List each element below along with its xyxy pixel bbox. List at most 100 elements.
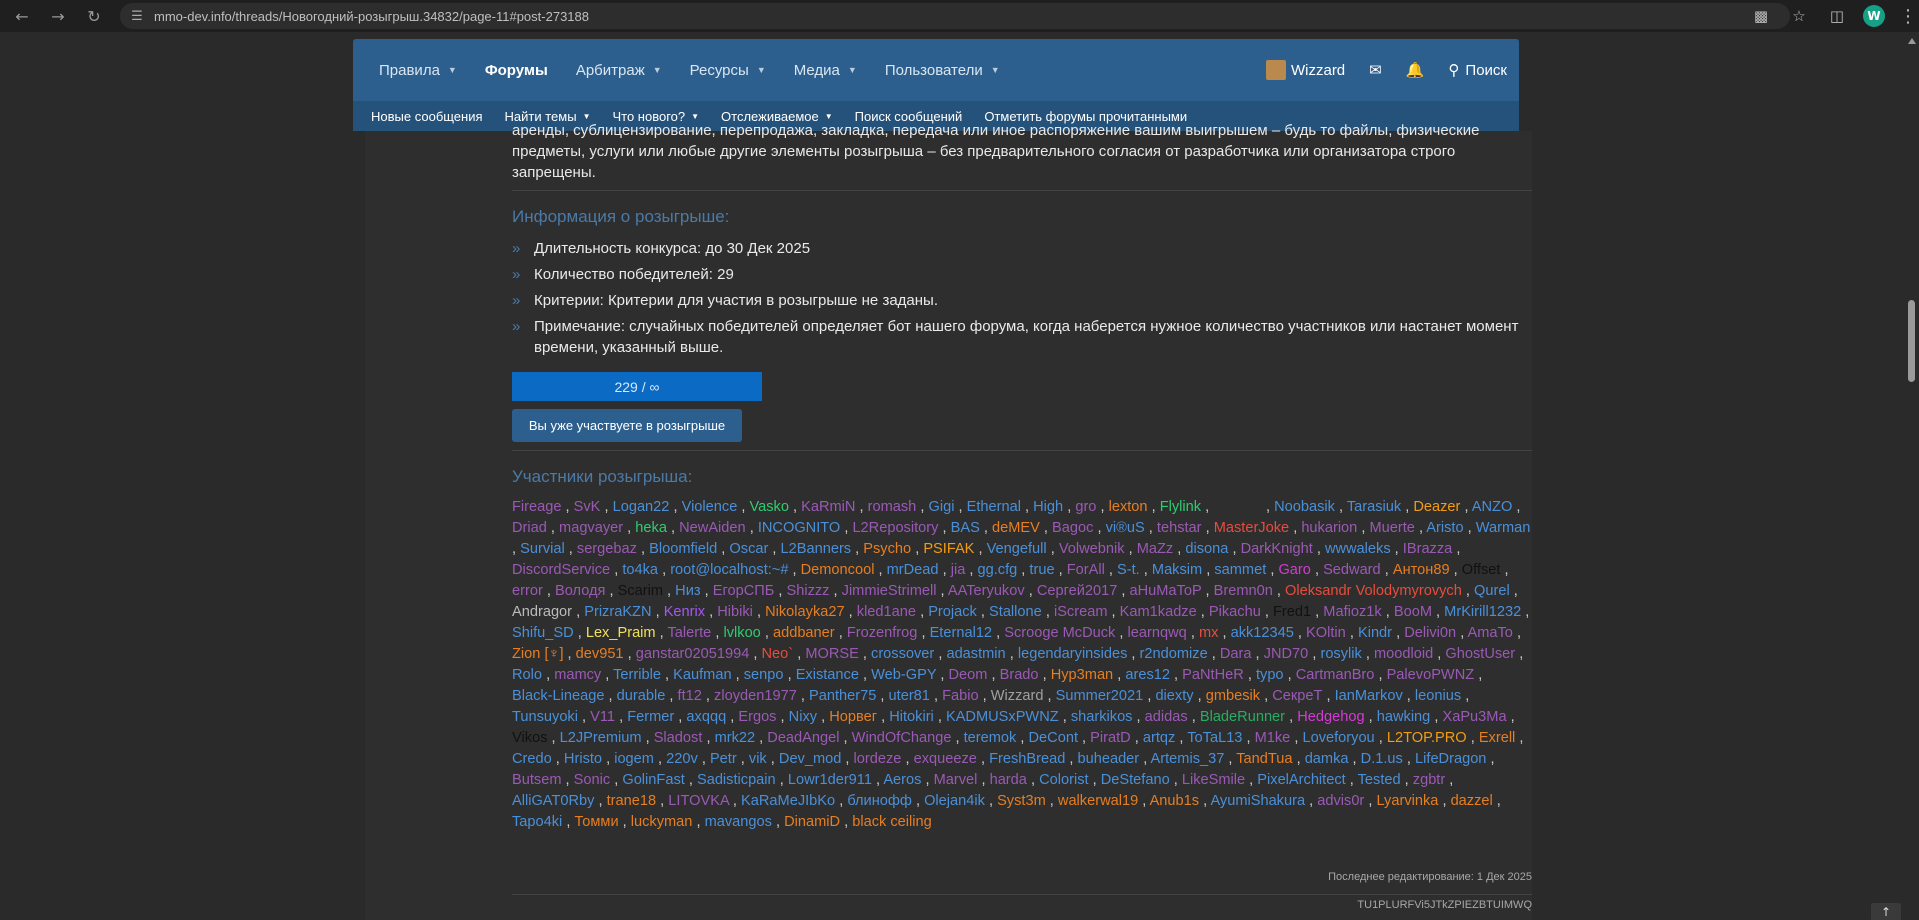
reload-icon[interactable]: ↻: [80, 2, 108, 30]
participant-link[interactable]: gro: [1075, 499, 1096, 515]
participant-link[interactable]: LifeDragon: [1415, 751, 1486, 767]
nav-tab-1[interactable]: Форумы: [471, 39, 562, 101]
participant-link[interactable]: Dara: [1220, 646, 1252, 662]
participant-link[interactable]: durable: [617, 688, 666, 704]
nav-tab-4[interactable]: Медиа ▼: [780, 39, 871, 101]
participant-link[interactable]: Sedward: [1323, 562, 1381, 578]
participant-link[interactable]: Frozenfrog: [847, 625, 918, 641]
participant-link[interactable]: DarkKnight: [1241, 541, 1313, 557]
participant-link[interactable]: Existance: [796, 667, 859, 683]
participant-link[interactable]: D.1.us: [1361, 751, 1403, 767]
participant-link[interactable]: leonius: [1415, 688, 1461, 704]
participant-link[interactable]: блинофф: [847, 793, 912, 809]
participant-link[interactable]: Volwebnik: [1059, 541, 1125, 557]
participant-link[interactable]: BladeRunner: [1200, 709, 1285, 725]
participant-link[interactable]: Noobasik: [1274, 499, 1335, 515]
participant-link[interactable]: walkerwal19: [1058, 793, 1138, 809]
install-app-icon[interactable]: ▩: [1749, 4, 1773, 28]
scrollbar-thumb[interactable]: [1908, 300, 1915, 382]
participant-link[interactable]: Fred1: [1273, 604, 1311, 620]
participant-link[interactable]: PixelArchitect: [1257, 772, 1345, 788]
participant-link[interactable]: Qurel: [1474, 583, 1510, 599]
participant-link[interactable]: PiratD: [1090, 730, 1131, 746]
chevron-down-icon[interactable]: ▼: [991, 65, 1000, 75]
participant-link[interactable]: CartmanBro: [1296, 667, 1375, 683]
participant-link[interactable]: trane18: [607, 793, 657, 809]
participant-link[interactable]: Bagoc: [1052, 520, 1093, 536]
scroll-top-button[interactable]: ↑: [1871, 903, 1901, 920]
participant-link[interactable]: artqz: [1143, 730, 1175, 746]
participant-link[interactable]: lexton: [1109, 499, 1148, 515]
participant-link[interactable]: Maksim: [1152, 562, 1202, 578]
participant-link[interactable]: Sadisticpain: [697, 772, 776, 788]
participant-link[interactable]: KADMUSxPWNZ: [946, 709, 1059, 725]
participant-link[interactable]: Muerte: [1369, 520, 1414, 536]
participant-link[interactable]: Terrible: [613, 667, 661, 683]
participant-link[interactable]: Sladost: [654, 730, 703, 746]
search-button[interactable]: ⚲ Поиск: [1436, 61, 1519, 80]
participant-link[interactable]: Warman: [1476, 520, 1531, 536]
participant-link[interactable]: diexty: [1155, 688, 1193, 704]
participant-link[interactable]: Summer2021: [1056, 688, 1144, 704]
participant-link[interactable]: Bloomfield: [649, 541, 717, 557]
participant-link[interactable]: Aristo: [1426, 520, 1463, 536]
participant-link[interactable]: Oscar: [729, 541, 768, 557]
menu-dots-icon[interactable]: ⋮: [1899, 6, 1917, 27]
participant-link[interactable]: DeStefano: [1101, 772, 1170, 788]
participant-link[interactable]: Deom: [948, 667, 987, 683]
participant-link[interactable]: Ethernal: [967, 499, 1021, 515]
participant-link[interactable]: Низ: [675, 583, 700, 599]
profile-avatar[interactable]: W: [1863, 5, 1885, 27]
participant-link[interactable]: ЕгорСПБ: [713, 583, 775, 599]
participant-link[interactable]: Delivi0n: [1404, 625, 1456, 641]
nav-tab-0[interactable]: Правила ▼: [365, 39, 471, 101]
participant-link[interactable]: TandTua: [1236, 751, 1292, 767]
participant-link[interactable]: Petr: [710, 751, 737, 767]
participant-link[interactable]: Olejan4ik: [924, 793, 985, 809]
joined-button[interactable]: Вы уже участвуете в розыгрыше: [512, 409, 742, 442]
participant-link[interactable]: Anub1s: [1150, 793, 1200, 809]
participant-link[interactable]: Rolo: [512, 667, 542, 683]
participant-link[interactable]: Psycho: [863, 541, 911, 557]
participant-link[interactable]: IanMarkov: [1335, 688, 1403, 704]
participant-link[interactable]: deMEV: [992, 520, 1040, 536]
participant-link[interactable]: typo: [1256, 667, 1284, 683]
participant-link[interactable]: Projack: [928, 604, 977, 620]
participant-link[interactable]: Shizzz: [786, 583, 829, 599]
participant-link[interactable]: exqueeze: [914, 751, 977, 767]
participant-link[interactable]: gmbesik: [1206, 688, 1260, 704]
participant-link[interactable]: Nixy: [789, 709, 817, 725]
chevron-down-icon[interactable]: ▼: [448, 65, 457, 75]
participant-link[interactable]: ForAll: [1067, 562, 1105, 578]
participant-link[interactable]: AyumiShakura: [1210, 793, 1305, 809]
participant-link[interactable]: Hristo: [564, 751, 602, 767]
participant-link[interactable]: L2JPremium: [560, 730, 642, 746]
participant-link[interactable]: JND70: [1264, 646, 1309, 662]
participant-link[interactable]: Dev_mod: [779, 751, 841, 767]
participant-link[interactable]: ares12: [1125, 667, 1170, 683]
participant-link[interactable]: heka: [635, 520, 667, 536]
participant-link[interactable]: GhostUser: [1445, 646, 1515, 662]
participant-link[interactable]: High: [1033, 499, 1063, 515]
scroll-up-icon[interactable]: [1908, 38, 1916, 44]
participant-link[interactable]: Neo`: [762, 646, 794, 662]
participant-link[interactable]: Vengefull: [987, 541, 1047, 557]
participant-link[interactable]: axqqq: [686, 709, 726, 725]
chevron-down-icon[interactable]: ▼: [848, 65, 857, 75]
forward-icon[interactable]: →: [44, 2, 72, 30]
participant-link[interactable]: teremok: [964, 730, 1017, 746]
nav-tab-5[interactable]: Пользователи ▼: [871, 39, 1014, 101]
bell-icon[interactable]: 🔔: [1394, 61, 1437, 79]
participant-link[interactable]: PaNtHeR: [1182, 667, 1244, 683]
participant-link[interactable]: Shifu_SD: [512, 625, 574, 641]
participant-link[interactable]: ToTaL13: [1187, 730, 1242, 746]
participant-link[interactable]: mx: [1199, 625, 1218, 641]
participant-link[interactable]: MrKirill1232: [1444, 604, 1521, 620]
participant-link[interactable]: Stallone: [989, 604, 1042, 620]
back-icon[interactable]: ←: [8, 2, 36, 30]
participant-link[interactable]: Demoncool: [801, 562, 875, 578]
participant-link[interactable]: Vasko: [749, 499, 788, 515]
participant-link[interactable]: Garo: [1278, 562, 1310, 578]
participant-link[interactable]: BooM: [1394, 604, 1432, 620]
site-info-icon[interactable]: ☰: [126, 5, 148, 27]
